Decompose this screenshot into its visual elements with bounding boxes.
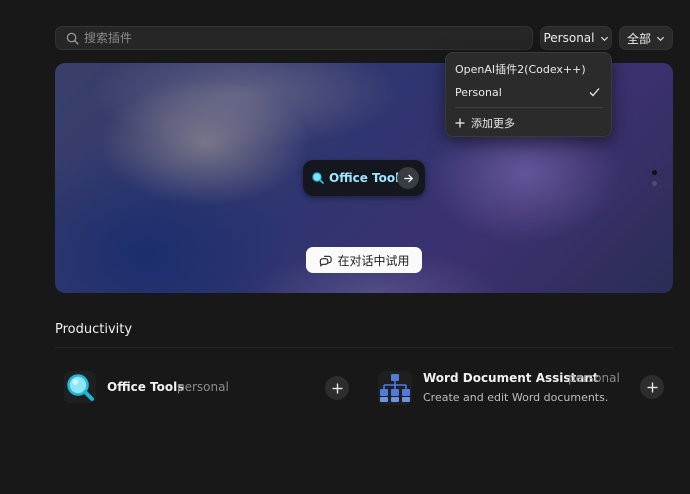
- open-featured-button[interactable]: [397, 167, 419, 189]
- search-bar[interactable]: [55, 26, 533, 50]
- account-dropdown-menu: OpenAI插件2(Codex++) Personal 添加更多: [445, 52, 612, 137]
- menu-divider: [455, 107, 603, 108]
- magnifier-icon: [64, 371, 96, 403]
- search-icon: [66, 32, 79, 45]
- featured-plugin-name: Office Tools: [329, 171, 407, 185]
- section-title: Productivity: [55, 322, 133, 337]
- scope-filter-dropdown[interactable]: 全部: [619, 26, 673, 50]
- checkmark-icon: [589, 88, 600, 97]
- magnifier-icon: [312, 172, 324, 184]
- plugin-tag: personal: [177, 380, 229, 394]
- try-in-chat-button[interactable]: 在对话中试用: [306, 247, 422, 273]
- chevron-down-icon: [600, 36, 608, 41]
- add-plugin-button[interactable]: [325, 376, 349, 400]
- carousel-dot[interactable]: [652, 181, 657, 186]
- search-input[interactable]: [84, 31, 524, 45]
- plus-icon: [647, 382, 657, 392]
- arrow-right-icon: [403, 174, 413, 182]
- chevron-down-icon: [656, 36, 665, 41]
- chat-bubble-icon: [320, 255, 333, 267]
- menu-item-personal[interactable]: Personal: [446, 80, 611, 104]
- section-divider: [55, 347, 673, 348]
- menu-item-openai-plugin[interactable]: OpenAI插件2(Codex++): [446, 57, 611, 81]
- org-chart-icon: [378, 371, 412, 405]
- account-filter-dropdown[interactable]: Personal: [540, 26, 612, 50]
- carousel-dot-active[interactable]: [652, 170, 657, 175]
- menu-item-add-more[interactable]: 添加更多: [446, 111, 611, 135]
- add-plugin-button[interactable]: [640, 375, 664, 399]
- plus-icon: [455, 118, 465, 128]
- plugin-description: Create and edit Word documents.: [423, 391, 609, 404]
- plus-icon: [332, 383, 342, 393]
- menu-item-label: 添加更多: [471, 117, 515, 130]
- plugin-name: Office Tools: [107, 380, 185, 394]
- scope-filter-label: 全部: [626, 31, 651, 46]
- plugin-tag: personal: [568, 371, 620, 385]
- menu-item-label: Personal: [455, 85, 502, 99]
- account-filter-label: Personal: [543, 31, 595, 45]
- featured-plugin-chip[interactable]: Office Tools: [303, 160, 425, 196]
- menu-item-label: OpenAI插件2(Codex++): [455, 63, 586, 76]
- try-in-chat-label: 在对话中试用: [337, 253, 410, 268]
